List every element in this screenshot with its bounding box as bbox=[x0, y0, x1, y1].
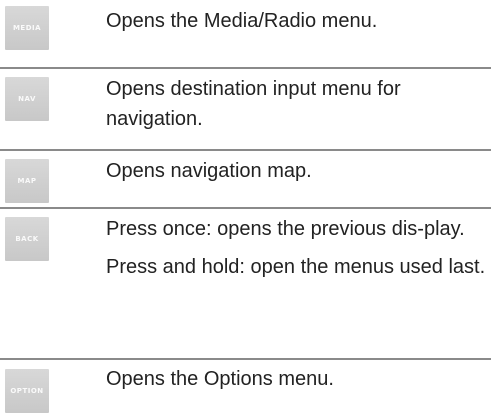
table-row-media: MEDIA Opens the Media/Radio menu. bbox=[0, 0, 491, 67]
row-description: Press once: opens the previous dis-play.… bbox=[106, 214, 487, 282]
row-description: Opens the Media/Radio menu. bbox=[106, 6, 487, 36]
table-row-back: BACK Press once: opens the previous dis-… bbox=[0, 207, 491, 358]
table-row-map: MAP Opens navigation map. bbox=[0, 149, 491, 207]
nav-button-icon: NAV bbox=[5, 77, 49, 121]
description-text: Opens navigation map. bbox=[106, 160, 312, 182]
row-description: Opens navigation map. bbox=[106, 156, 487, 186]
row-description: Opens the Options menu. bbox=[106, 364, 487, 394]
button-function-table: MEDIA Opens the Media/Radio menu. NAV Op… bbox=[0, 0, 491, 413]
table-row-nav: NAV Opens destination input menu for nav… bbox=[0, 67, 491, 149]
media-button-icon: MEDIA bbox=[5, 6, 49, 50]
description-text: Press once: opens the previous dis-play. bbox=[106, 218, 465, 240]
description-text: Press and hold: open the menus used last… bbox=[106, 256, 486, 278]
description-text: Opens the Options menu. bbox=[106, 368, 334, 390]
option-button-icon: OPTION bbox=[5, 369, 49, 413]
table-row-option: OPTION Opens the Options menu. bbox=[0, 358, 491, 413]
description-text: Opens the Media/Radio menu. bbox=[106, 10, 378, 32]
description-text: Opens destination input menu for navigat… bbox=[106, 78, 401, 130]
map-button-icon: MAP bbox=[5, 159, 49, 203]
row-description: Opens destination input menu for navigat… bbox=[106, 74, 487, 134]
back-button-icon: BACK bbox=[5, 217, 49, 261]
